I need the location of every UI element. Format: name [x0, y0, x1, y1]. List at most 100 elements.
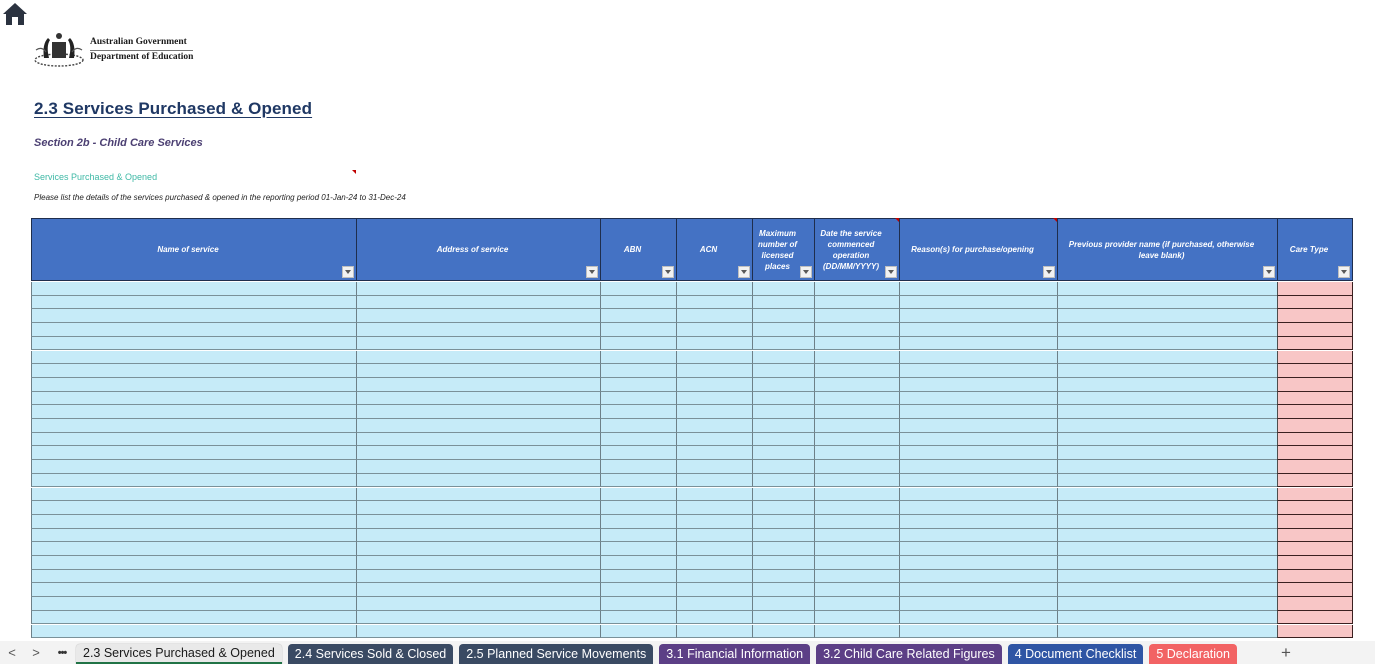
table-cell-address-of-service[interactable]	[356, 528, 600, 543]
table-cell-reasons[interactable]	[899, 323, 1057, 337]
table-cell-max-licensed-places[interactable]	[752, 624, 814, 639]
table-cell-max-licensed-places[interactable]	[752, 501, 814, 515]
table-cell-acn[interactable]	[676, 501, 752, 515]
table-cell-max-licensed-places[interactable]	[752, 295, 814, 310]
table-cell-max-licensed-places[interactable]	[752, 419, 814, 433]
sheet-tab[interactable]: 5 Declaration	[1149, 644, 1237, 664]
table-cell-abn[interactable]	[600, 377, 676, 392]
table-cell-abn[interactable]	[600, 282, 676, 296]
table-cell-abn[interactable]	[600, 542, 676, 556]
table-cell-reasons[interactable]	[899, 473, 1057, 488]
table-cell-abn[interactable]	[600, 309, 676, 324]
table-cell-care-type[interactable]	[1277, 487, 1353, 502]
column-header-name-of-service[interactable]: Name of service	[31, 218, 357, 281]
table-cell-acn[interactable]	[676, 405, 752, 419]
table-cell-care-type[interactable]	[1277, 514, 1353, 529]
table-cell-date-commenced[interactable]	[814, 487, 899, 502]
table-cell-care-type[interactable]	[1277, 556, 1353, 570]
table-cell-address-of-service[interactable]	[356, 514, 600, 529]
table-cell-max-licensed-places[interactable]	[752, 323, 814, 337]
table-cell-care-type[interactable]	[1277, 569, 1353, 584]
table-cell-previous-provider[interactable]	[1057, 569, 1277, 584]
table-cell-previous-provider[interactable]	[1057, 282, 1277, 296]
table-cell-reasons[interactable]	[899, 514, 1057, 529]
table-cell-acn[interactable]	[676, 309, 752, 324]
table-cell-reasons[interactable]	[899, 350, 1057, 365]
table-cell-name-of-service[interactable]	[31, 597, 356, 611]
table-cell-address-of-service[interactable]	[356, 391, 600, 406]
table-cell-date-commenced[interactable]	[814, 419, 899, 433]
sheet-tab[interactable]: 3.1 Financial Information	[659, 644, 811, 664]
table-cell-name-of-service[interactable]	[31, 624, 356, 639]
table-cell-reasons[interactable]	[899, 610, 1057, 625]
table-cell-previous-provider[interactable]	[1057, 460, 1277, 474]
table-cell-name-of-service[interactable]	[31, 309, 356, 324]
table-cell-address-of-service[interactable]	[356, 432, 600, 447]
table-cell-name-of-service[interactable]	[31, 364, 356, 378]
table-cell-abn[interactable]	[600, 364, 676, 378]
table-cell-previous-provider[interactable]	[1057, 610, 1277, 625]
table-cell-reasons[interactable]	[899, 569, 1057, 584]
table-cell-previous-provider[interactable]	[1057, 336, 1277, 351]
table-cell-max-licensed-places[interactable]	[752, 528, 814, 543]
table-cell-acn[interactable]	[676, 419, 752, 433]
table-cell-care-type[interactable]	[1277, 364, 1353, 378]
table-cell-acn[interactable]	[676, 391, 752, 406]
table-cell-max-licensed-places[interactable]	[752, 405, 814, 419]
table-cell-care-type[interactable]	[1277, 309, 1353, 324]
table-cell-name-of-service[interactable]	[31, 556, 356, 570]
table-cell-max-licensed-places[interactable]	[752, 377, 814, 392]
table-cell-abn[interactable]	[600, 514, 676, 529]
table-cell-name-of-service[interactable]	[31, 419, 356, 433]
table-cell-max-licensed-places[interactable]	[752, 364, 814, 378]
table-cell-acn[interactable]	[676, 624, 752, 639]
table-cell-max-licensed-places[interactable]	[752, 514, 814, 529]
table-cell-care-type[interactable]	[1277, 336, 1353, 351]
table-cell-name-of-service[interactable]	[31, 350, 356, 365]
table-cell-address-of-service[interactable]	[356, 350, 600, 365]
table-cell-previous-provider[interactable]	[1057, 446, 1277, 461]
table-cell-name-of-service[interactable]	[31, 583, 356, 598]
table-cell-date-commenced[interactable]	[814, 542, 899, 556]
table-cell-max-licensed-places[interactable]	[752, 446, 814, 461]
table-cell-address-of-service[interactable]	[356, 556, 600, 570]
table-cell-date-commenced[interactable]	[814, 446, 899, 461]
table-cell-acn[interactable]	[676, 336, 752, 351]
table-cell-care-type[interactable]	[1277, 405, 1353, 419]
table-cell-max-licensed-places[interactable]	[752, 556, 814, 570]
table-cell-care-type[interactable]	[1277, 432, 1353, 447]
table-cell-acn[interactable]	[676, 460, 752, 474]
table-cell-name-of-service[interactable]	[31, 377, 356, 392]
table-cell-date-commenced[interactable]	[814, 473, 899, 488]
table-cell-abn[interactable]	[600, 419, 676, 433]
table-cell-date-commenced[interactable]	[814, 460, 899, 474]
table-cell-date-commenced[interactable]	[814, 377, 899, 392]
table-cell-acn[interactable]	[676, 377, 752, 392]
table-cell-abn[interactable]	[600, 597, 676, 611]
table-cell-acn[interactable]	[676, 295, 752, 310]
table-cell-reasons[interactable]	[899, 501, 1057, 515]
sheet-tab[interactable]: 2.3 Services Purchased & Opened	[76, 644, 282, 664]
table-cell-name-of-service[interactable]	[31, 501, 356, 515]
table-cell-acn[interactable]	[676, 569, 752, 584]
table-cell-name-of-service[interactable]	[31, 460, 356, 474]
table-cell-name-of-service[interactable]	[31, 405, 356, 419]
table-cell-address-of-service[interactable]	[356, 446, 600, 461]
table-cell-previous-provider[interactable]	[1057, 432, 1277, 447]
table-cell-date-commenced[interactable]	[814, 405, 899, 419]
home-icon[interactable]	[2, 2, 28, 26]
table-cell-reasons[interactable]	[899, 364, 1057, 378]
table-cell-abn[interactable]	[600, 295, 676, 310]
table-cell-name-of-service[interactable]	[31, 295, 356, 310]
column-header-abn[interactable]: ABN	[600, 218, 677, 281]
table-cell-max-licensed-places[interactable]	[752, 583, 814, 598]
table-cell-reasons[interactable]	[899, 405, 1057, 419]
sheet-tab[interactable]: 3.2 Child Care Related Figures	[816, 644, 1002, 664]
table-cell-acn[interactable]	[676, 610, 752, 625]
table-cell-previous-provider[interactable]	[1057, 391, 1277, 406]
filter-dropdown-icon[interactable]	[1263, 266, 1275, 278]
table-cell-previous-provider[interactable]	[1057, 309, 1277, 324]
table-cell-previous-provider[interactable]	[1057, 377, 1277, 392]
table-cell-previous-provider[interactable]	[1057, 487, 1277, 502]
table-cell-previous-provider[interactable]	[1057, 597, 1277, 611]
